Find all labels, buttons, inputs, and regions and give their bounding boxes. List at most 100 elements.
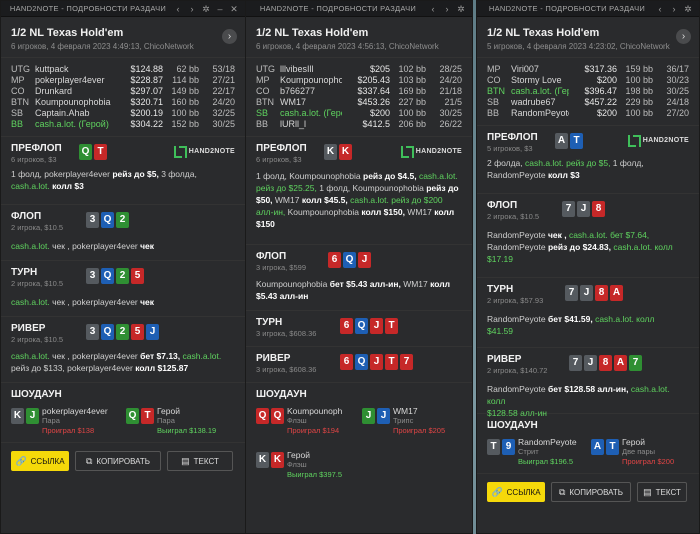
gear-icon[interactable]: ✲ — [199, 2, 213, 16]
result: Проиграл $138 — [42, 426, 95, 435]
card: J — [577, 201, 590, 217]
hand-meta: 6 игроков, 4 февраля 2023 4:56:13, Chico… — [256, 42, 439, 51]
player-row[interactable]: UTG lllvibesIll $205 102 bb 28/25 — [256, 64, 462, 75]
hero-name: cash.a.lot. — [566, 230, 611, 240]
chevron-right-icon[interactable]: › — [667, 2, 681, 16]
card: J — [370, 354, 383, 370]
link-button[interactable]: 🔗 ССЫЛКА — [11, 451, 69, 471]
stack: $205 — [369, 64, 390, 74]
board-cards: 6QJT7 — [340, 354, 413, 370]
player-name: RandomPeyote — [487, 170, 548, 180]
player-name: RandomPeyote — [487, 230, 548, 240]
button-label: ТЕКСТ — [655, 487, 681, 497]
player-name: Koumpounophobia — [256, 279, 330, 289]
action-text: 1 фолд, pokerplayer4ever рейз до $5, 3 ф… — [11, 168, 235, 192]
stack: $304.22 — [130, 119, 163, 129]
minimize-icon[interactable]: – — [213, 2, 227, 16]
player-row[interactable]: UTG kuttpack $124.88 62 bb 53/18 — [11, 64, 235, 75]
showdown-player: K K Герой Флэш Выиграл $397.5 — [256, 450, 359, 480]
player-name: RandomPeyote — [487, 314, 548, 324]
text-button[interactable]: ▤ ТЕКСТ — [167, 451, 233, 471]
board-cards: 7J8 — [562, 201, 605, 217]
hero-name: cash.a.lot. — [11, 181, 50, 191]
player-row[interactable]: CO Drunkard $297.07 149 bb 22/17 — [11, 86, 235, 97]
title-bar: HAND2NOTE - ПОДРОБНОСТИ РАЗДАЧИ ‹ › ✲ – … — [1, 1, 245, 17]
vpip-pfr: 24/20 — [439, 75, 462, 85]
river-section: РИВЕР 2 игрока, $140.72 7J8A7 RandomPeyo… — [477, 348, 699, 418]
next-hand-chevron-icon[interactable]: › — [676, 29, 691, 44]
hand-rank: Трипс — [393, 416, 414, 425]
player-row[interactable]: CO Stormy Love $200 100 bb 30/23 — [487, 75, 689, 86]
player-row[interactable]: SB wadrube67 $457.22 229 bb 24/18 — [487, 97, 689, 108]
player-name: Stormy Love — [511, 75, 562, 85]
player-row-hero[interactable]: SB cash.a.lot. (Герой) $200 100 bb 30/25 — [256, 108, 462, 119]
stack-bb: 114 bb — [172, 75, 199, 85]
link-icon: 🔗 — [15, 455, 27, 466]
player-row[interactable]: SB Captain.Ahab $200.19 100 bb 32/25 — [11, 108, 235, 119]
action: чек , pokerplayer4ever — [49, 351, 141, 361]
stack-bb: 62 bb — [176, 64, 199, 74]
card: J — [358, 252, 371, 268]
showdown-player: Q T Герой Пара Выиграл $138.19 — [126, 406, 235, 436]
gear-icon[interactable]: ✲ — [454, 2, 468, 16]
showdown-player: T 9 RandomPeyote Стрит Выиграл $196.5 — [487, 437, 585, 467]
vpip-pfr: 24/20 — [212, 97, 235, 107]
stack-bb: 229 bb — [625, 97, 653, 107]
stack: $412.5 — [362, 119, 390, 129]
close-icon[interactable]: ✕ — [227, 2, 241, 16]
result: Выиграл $196.5 — [518, 457, 574, 466]
chevron-left-icon[interactable]: ‹ — [171, 2, 185, 16]
card: A — [555, 133, 568, 149]
hand-rank: Пара — [42, 416, 60, 425]
player-row[interactable]: BTN WM17 $453.26 227 bb 21/5 — [256, 97, 462, 108]
gear-icon[interactable]: ✲ — [681, 2, 695, 16]
stack: $200 — [369, 108, 390, 118]
copy-button[interactable]: ⧉ КОПИРОВАТЬ — [551, 482, 631, 502]
position: SB — [487, 97, 500, 107]
stack: $320.71 — [130, 97, 163, 107]
card: 8 — [595, 285, 608, 301]
position: BB — [256, 119, 269, 129]
stack: $337.64 — [357, 86, 390, 96]
card: K — [339, 144, 352, 160]
card: K — [271, 452, 284, 468]
position: MP — [11, 75, 25, 85]
card: 6 — [340, 354, 353, 370]
flop-section: ФЛОП 2 игрока, $10.5 3Q2 cash.a.lot. чек… — [1, 205, 245, 261]
chevron-left-icon[interactable]: ‹ — [653, 2, 667, 16]
link-button[interactable]: 🔗 ССЫЛКА — [487, 482, 545, 502]
action: бет $128.58 алл-ин, — [547, 384, 629, 394]
player-name: cash.a.lot. (Герой) — [35, 119, 109, 129]
player-row[interactable]: BB lURll_l $412.5 206 bb 26/22 — [256, 119, 462, 130]
player-name: pokerplayer4ever — [42, 406, 108, 416]
stack-bb: 100 bb — [398, 108, 426, 118]
player-row[interactable]: BB RandomPeyote $200 100 bb 27/20 — [487, 108, 689, 119]
player-name: Captain.Ahab — [35, 108, 90, 118]
copy-button[interactable]: ⧉ КОПИРОВАТЬ — [75, 451, 161, 471]
next-hand-chevron-icon[interactable]: › — [222, 29, 237, 44]
player-row-hero[interactable]: BB cash.a.lot. (Герой) $304.22 152 bb 30/25 — [11, 119, 235, 130]
player-row[interactable]: CO b766277 $337.64 169 bb 21/18 — [256, 86, 462, 97]
stack-bb: 103 bb — [398, 75, 426, 85]
player-row-hero[interactable]: BTN cash.a.lot. (Гер $396.47 198 bb 30/25 — [487, 86, 689, 97]
chevron-right-icon[interactable]: › — [440, 2, 454, 16]
position: CO — [256, 86, 270, 96]
action-buttons: 🔗 ССЫЛКА ⧉ КОПИРОВАТЬ ▤ ТЕКСТ — [477, 474, 699, 510]
player-row[interactable]: MP pokerplayer4ever $228.87 114 bb 27/21 — [11, 75, 235, 86]
player-name: RandomPeyote — [511, 108, 569, 118]
action: чек — [140, 297, 155, 307]
text-button[interactable]: ▤ ТЕКСТ — [637, 482, 687, 502]
player-row[interactable]: BTN Koumpounophobia $320.71 160 bb 24/20 — [11, 97, 235, 108]
showdown-section: ШОУДАУН Q Q Koumpounoph Флэш Проиграл $194 J… — [246, 383, 472, 486]
action: рейз до $5, — [566, 158, 611, 168]
stack-bb: 149 bb — [171, 86, 199, 96]
street-name: ШОУДАУН — [487, 420, 538, 431]
card: T — [487, 439, 500, 455]
chevron-left-icon[interactable]: ‹ — [426, 2, 440, 16]
player-row[interactable]: MP Koumpounophobia $205.43 103 bb 24/20 — [256, 75, 462, 86]
player-row[interactable]: MP Viri007 $317.36 159 bb 36/17 — [487, 64, 689, 75]
action: чек , — [547, 230, 567, 240]
vpip-pfr: 32/25 — [212, 108, 235, 118]
chevron-right-icon[interactable]: › — [185, 2, 199, 16]
document-icon: ▤ — [643, 486, 652, 497]
